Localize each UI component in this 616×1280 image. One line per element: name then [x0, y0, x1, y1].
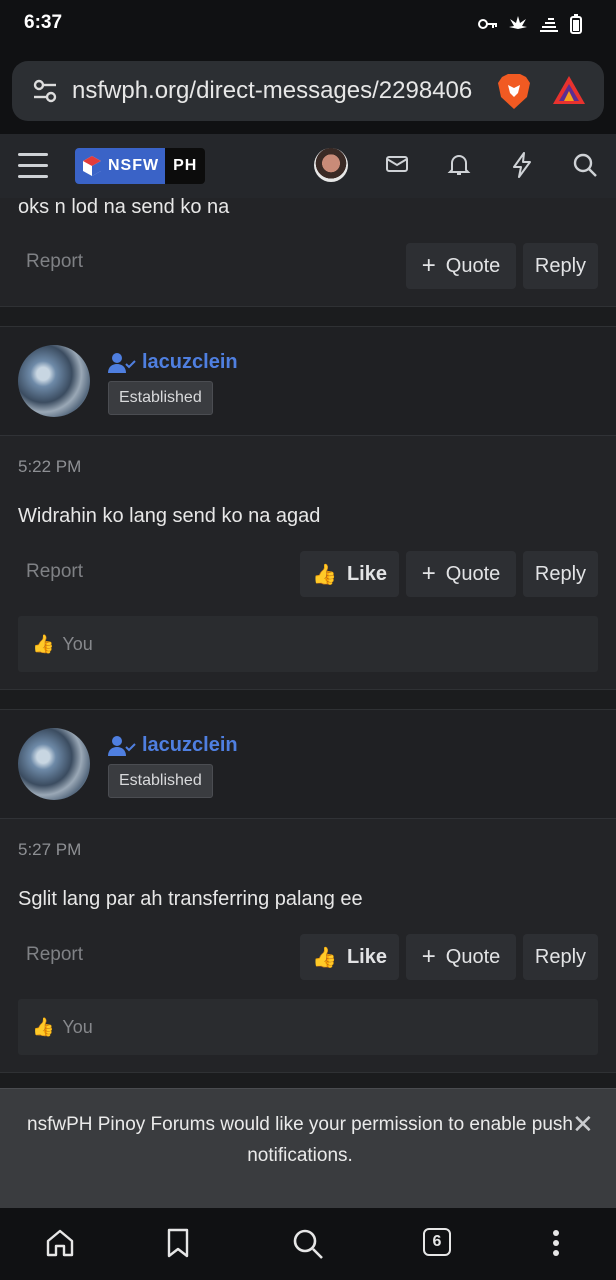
message-list: oks n lod na send ko na Report + Quote Re… [0, 198, 616, 1088]
browser-toolbar: nsfwph.org/direct-messages/2298406 [0, 52, 616, 134]
logo-left: NSFW [75, 148, 166, 184]
more-options-icon[interactable] [550, 1228, 562, 1258]
status-time: 6:37 [24, 12, 63, 33]
message-time[interactable]: 5:27 PM [18, 840, 81, 860]
home-icon[interactable] [45, 1228, 75, 1258]
plus-icon: + [421, 943, 436, 970]
inbox-icon[interactable] [385, 152, 409, 176]
username[interactable]: lacuzclein [142, 351, 238, 374]
browser-bottom-bar: 6 [0, 1208, 616, 1280]
username-row: lacuzclein [108, 351, 238, 374]
leaf-icon [509, 16, 527, 29]
reactions-bar[interactable]: 👍 You [18, 999, 598, 1055]
report-link[interactable]: Report [26, 944, 83, 966]
reactions-bar[interactable]: 👍 You [18, 616, 598, 672]
thumbs-up-icon: 👍 [312, 563, 337, 586]
thumbs-up-icon: 👍 [32, 1016, 55, 1037]
report-link[interactable]: Report [26, 561, 83, 583]
quote-label: Quote [445, 945, 501, 968]
message-header: lacuzclein Established [0, 327, 616, 436]
site-logo[interactable]: NSFW PH [75, 148, 206, 184]
brave-rewards-icon[interactable] [552, 75, 586, 105]
thumbs-up-icon: 👍 [312, 946, 337, 969]
status-icons [478, 14, 582, 34]
status-bar: 6:37 [0, 0, 616, 52]
bell-icon[interactable] [447, 152, 471, 178]
message-time[interactable]: 5:22 PM [18, 457, 81, 477]
reply-button[interactable]: Reply [523, 243, 598, 289]
quote-label: Quote [445, 562, 501, 585]
message-text: oks n lod na send ko na [18, 198, 230, 218]
like-button[interactable]: 👍 Like [300, 934, 399, 980]
reaction-user: You [62, 633, 93, 654]
username[interactable]: lacuzclein [142, 734, 238, 757]
bolt-icon[interactable] [511, 152, 533, 178]
menu-icon[interactable] [18, 153, 48, 186]
site-settings-icon[interactable] [32, 79, 58, 103]
message-item: lacuzclein Established 5:22 PM Widrahin … [0, 326, 616, 690]
push-permission-toast: nsfwPH Pinoy Forums would like your perm… [0, 1088, 616, 1209]
search-icon[interactable] [572, 152, 598, 178]
message-item: oks n lod na send ko na Report + Quote Re… [0, 198, 616, 307]
user-check-icon [108, 352, 136, 373]
like-button[interactable]: 👍 Like [300, 551, 399, 597]
quote-label: Quote [445, 254, 501, 277]
quote-button[interactable]: + Quote [406, 243, 516, 289]
battery-icon [570, 14, 582, 34]
message-item: lacuzclein Established 5:27 PM Sglit lan… [0, 709, 616, 1073]
reaction-user: You [62, 1016, 93, 1037]
avatar[interactable] [18, 345, 90, 417]
toast-message: nsfwPH Pinoy Forums would like your perm… [27, 1114, 573, 1166]
report-link[interactable]: Report [26, 251, 83, 273]
plus-icon: + [421, 252, 436, 279]
logo-right: PH [165, 148, 206, 184]
reply-button[interactable]: Reply [523, 934, 598, 980]
thumbs-up-icon: 👍 [32, 633, 55, 654]
tab-count: 6 [432, 1233, 442, 1250]
user-title-badge: Established [108, 381, 213, 415]
user-title-badge: Established [108, 764, 213, 798]
user-avatar[interactable] [314, 148, 348, 182]
avatar[interactable] [18, 728, 90, 800]
like-label: Like [346, 945, 387, 968]
quote-button[interactable]: + Quote [406, 551, 516, 597]
logo-cube-icon [83, 156, 101, 176]
url-text[interactable]: nsfwph.org/direct-messages/2298406 [72, 77, 482, 105]
message-text: Widrahin ko lang send ko na agad [18, 505, 321, 527]
signal-icon [540, 18, 558, 32]
message-text: Sglit lang par ah transferring palang ee [18, 888, 363, 910]
bookmark-icon[interactable] [166, 1228, 190, 1258]
vpn-key-icon [478, 19, 497, 29]
user-check-icon [108, 735, 136, 756]
quote-button[interactable]: + Quote [406, 934, 516, 980]
close-icon[interactable]: ✕ [572, 1109, 594, 1140]
like-label: Like [346, 562, 387, 585]
logo-left-text: NSFW [108, 157, 160, 174]
brave-shields-icon[interactable] [496, 73, 532, 111]
logo-right-text: PH [173, 157, 198, 174]
search-icon[interactable] [292, 1228, 324, 1260]
message-header: lacuzclein Established [0, 710, 616, 819]
address-bar[interactable]: nsfwph.org/direct-messages/2298406 [12, 61, 604, 121]
plus-icon: + [421, 560, 436, 587]
username-row: lacuzclein [108, 734, 238, 757]
reply-button[interactable]: Reply [523, 551, 598, 597]
tab-switcher-button[interactable]: 6 [423, 1228, 451, 1256]
